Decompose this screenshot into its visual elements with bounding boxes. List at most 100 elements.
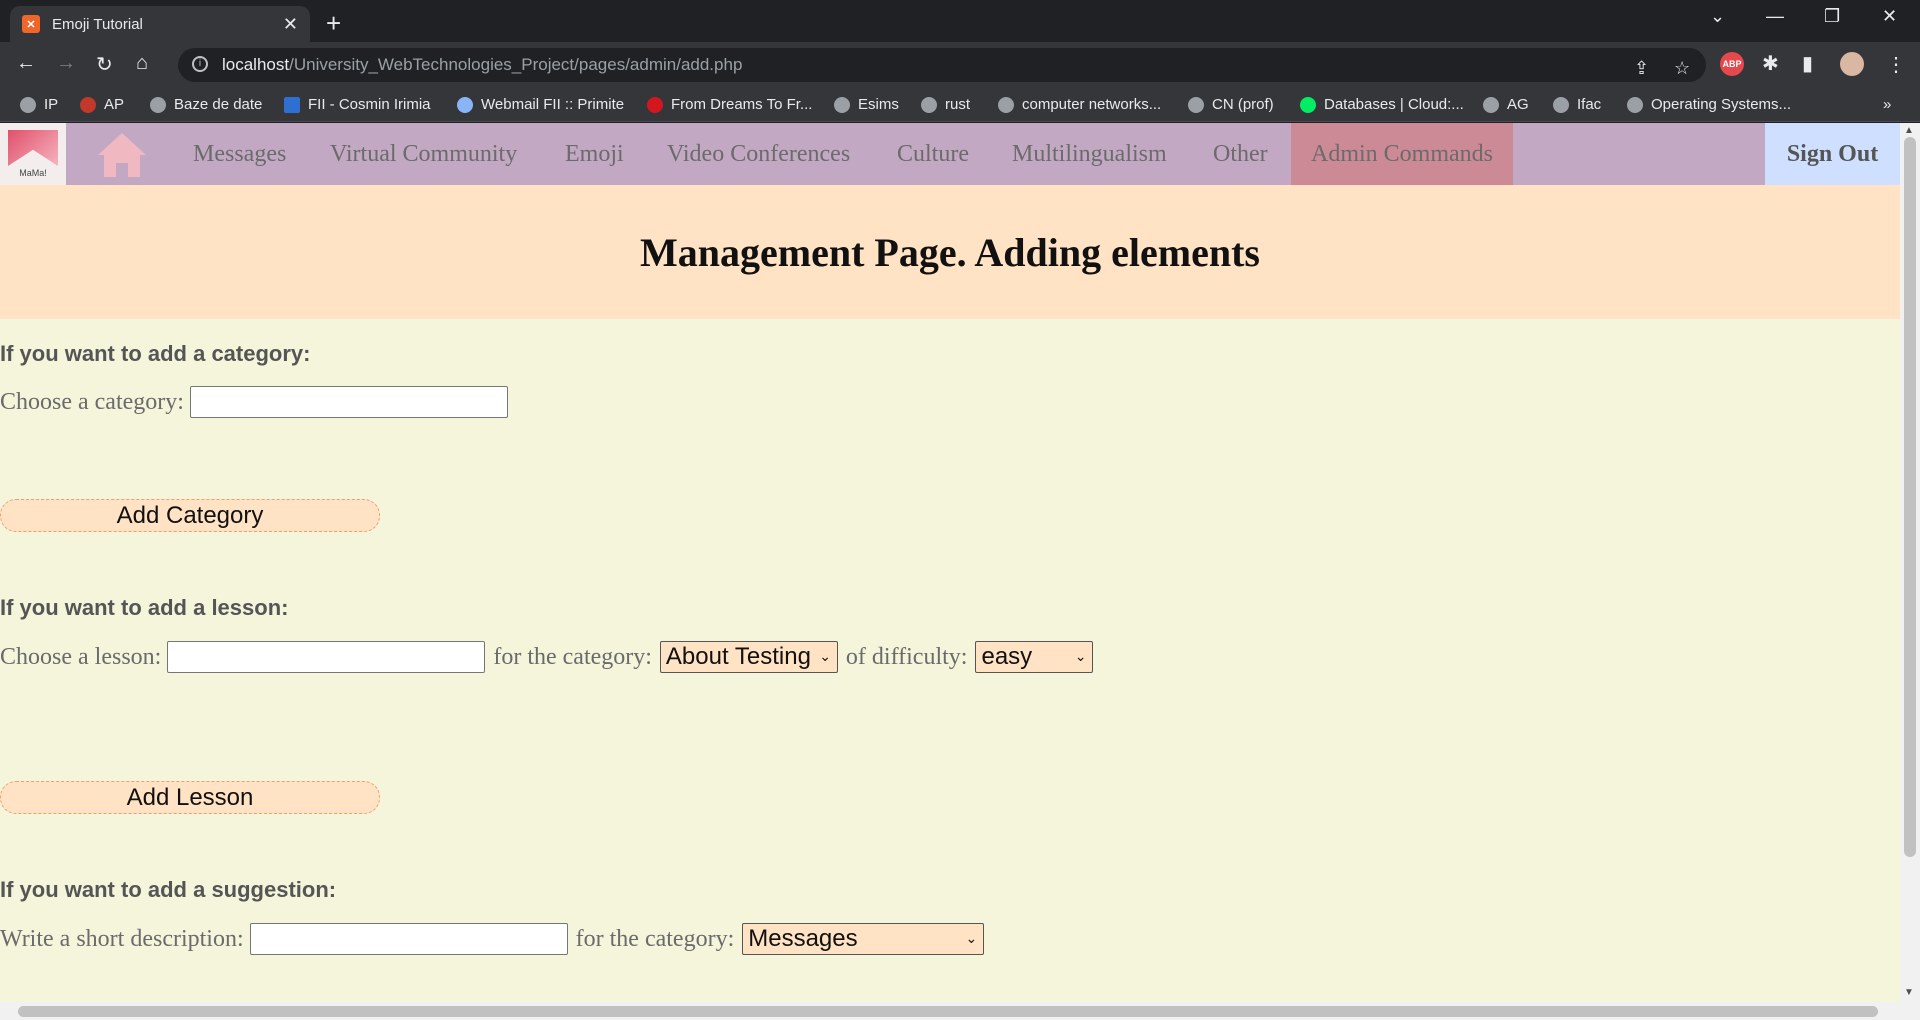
url-path: /University_WebTechnologies_Project/page… bbox=[289, 55, 743, 74]
suggestion-category-value: Messages bbox=[748, 925, 858, 952]
category-row: Choose a category: bbox=[0, 386, 516, 418]
nav-emoji[interactable]: Emoji bbox=[565, 123, 624, 185]
share-icon[interactable]: ⇪ bbox=[1634, 58, 1649, 79]
nav-virtual-community[interactable]: Virtual Community bbox=[330, 123, 517, 185]
bookmark-item[interactable]: Ifac bbox=[1553, 96, 1601, 113]
lesson-category-value: About Testing bbox=[665, 643, 811, 670]
chevron-down-icon: ⌄ bbox=[965, 930, 978, 946]
back-icon[interactable]: ← bbox=[16, 52, 36, 75]
chevron-down-icon: ⌄ bbox=[1074, 648, 1087, 664]
extensions-puzzle-icon[interactable]: ✱ bbox=[1762, 51, 1779, 76]
tab-search-icon[interactable]: ⌄ bbox=[1710, 6, 1725, 27]
reload-icon[interactable]: ↻ bbox=[96, 52, 113, 77]
tab-title: Emoji Tutorial bbox=[52, 15, 143, 33]
lesson-category-select[interactable]: About Testing ⌄ bbox=[659, 641, 838, 673]
vertical-scroll-thumb[interactable] bbox=[1904, 137, 1916, 857]
scroll-down-icon[interactable]: ▼ bbox=[1904, 987, 1914, 998]
globe-icon bbox=[1188, 96, 1204, 113]
add-lesson-button[interactable]: Add Lesson bbox=[0, 781, 380, 814]
restore-icon[interactable]: ❐ bbox=[1824, 6, 1840, 27]
bookmark-star-icon[interactable]: ☆ bbox=[1674, 58, 1690, 79]
globe-icon bbox=[150, 96, 166, 113]
suggestion-category-label: for the category: bbox=[575, 925, 735, 952]
globe-icon bbox=[1627, 96, 1643, 113]
vertical-scrollbar[interactable]: ▲ ▼ bbox=[1900, 123, 1920, 1002]
bookmark-item[interactable]: IP bbox=[20, 96, 58, 113]
bookmark-item[interactable]: Webmail FII :: Primite bbox=[457, 96, 624, 113]
forward-icon[interactable]: → bbox=[56, 52, 76, 75]
globe-icon bbox=[20, 96, 36, 113]
bookmark-item[interactable]: CN (prof) bbox=[1188, 96, 1274, 113]
globe-icon bbox=[921, 96, 937, 113]
side-panel-icon[interactable]: ▮ bbox=[1802, 51, 1813, 76]
bookmark-item[interactable]: AG bbox=[1483, 96, 1529, 113]
close-tab-icon[interactable]: ✕ bbox=[283, 14, 298, 35]
globe-icon bbox=[1483, 96, 1499, 113]
difficulty-label: of difficulty: bbox=[845, 643, 968, 670]
category-section-heading: If you want to add a category: bbox=[0, 341, 311, 366]
nav-culture[interactable]: Culture bbox=[897, 123, 969, 185]
bookmark-item[interactable]: rust bbox=[921, 96, 970, 113]
horizontal-scrollbar[interactable] bbox=[0, 1002, 1920, 1020]
browser-tab-bar: ✕ Emoji Tutorial ✕ + ⌄ — ❐ ✕ bbox=[0, 0, 1920, 42]
menu-kebab-icon[interactable]: ⋮ bbox=[1886, 52, 1906, 77]
nav-other[interactable]: Other bbox=[1213, 123, 1268, 185]
suggestion-category-select[interactable]: Messages ⌄ bbox=[742, 923, 985, 955]
page-title: Management Page. Adding elements bbox=[640, 229, 1260, 275]
bookmark-favicon-icon bbox=[284, 96, 300, 113]
lesson-category-label: for the category: bbox=[493, 643, 652, 670]
bookmark-item[interactable]: Baze de date bbox=[150, 96, 262, 113]
bookmark-item[interactable]: Esims bbox=[834, 96, 899, 113]
lesson-input[interactable] bbox=[167, 641, 486, 673]
minimize-icon[interactable]: — bbox=[1766, 6, 1784, 27]
browser-tab[interactable]: ✕ Emoji Tutorial ✕ bbox=[10, 6, 310, 42]
bookmark-favicon-icon bbox=[80, 96, 96, 113]
difficulty-select[interactable]: easy ⌄ bbox=[975, 641, 1094, 673]
new-tab-icon[interactable]: + bbox=[326, 8, 341, 39]
address-bar[interactable]: i localhost/University_WebTechnologies_P… bbox=[178, 48, 1706, 82]
bookmark-favicon-icon bbox=[647, 96, 663, 113]
page-banner: Management Page. Adding elements bbox=[0, 185, 1900, 319]
url-host: localhost bbox=[222, 55, 290, 74]
bookmark-item[interactable]: From Dreams To Fr... bbox=[647, 96, 812, 113]
difficulty-value: easy bbox=[981, 643, 1033, 670]
suggestion-section-heading: If you want to add a suggestion: bbox=[0, 877, 337, 902]
logo-text: MaMa! bbox=[19, 168, 47, 178]
add-category-button[interactable]: Add Category bbox=[0, 499, 380, 532]
suggestion-row: Write a short description: for the categ… bbox=[0, 923, 992, 955]
profile-avatar[interactable] bbox=[1840, 52, 1864, 76]
site-navbar: MaMa! Messages Virtual Community Emoji V… bbox=[0, 123, 1900, 185]
home-icon[interactable] bbox=[96, 129, 148, 181]
nav-multilingualism[interactable]: Multilingualism bbox=[1012, 123, 1167, 185]
globe-icon bbox=[834, 96, 850, 113]
sign-out-button[interactable]: Sign Out bbox=[1765, 123, 1900, 185]
close-window-icon[interactable]: ✕ bbox=[1882, 6, 1897, 27]
home-icon[interactable]: ⌂ bbox=[136, 52, 148, 75]
suggestion-input[interactable] bbox=[249, 923, 568, 955]
nav-messages[interactable]: Messages bbox=[193, 123, 286, 185]
bookmarks-bar: IP AP Baze de date FII - Cosmin Irimia W… bbox=[0, 88, 1920, 122]
logo-mark-icon bbox=[8, 130, 58, 166]
adblock-extension-icon[interactable]: ABP bbox=[1720, 52, 1744, 76]
horizontal-scroll-thumb[interactable] bbox=[18, 1006, 1878, 1017]
bookmark-favicon-icon bbox=[457, 96, 473, 113]
browser-toolbar: ← → ↻ ⌂ i localhost/University_WebTechno… bbox=[0, 42, 1920, 88]
bookmark-item[interactable]: Operating Systems... bbox=[1627, 96, 1791, 113]
bookmark-item[interactable]: FII - Cosmin Irimia bbox=[284, 96, 431, 113]
site-logo[interactable]: MaMa! bbox=[0, 123, 66, 185]
bookmark-item[interactable]: Databases | Cloud:... bbox=[1300, 96, 1464, 113]
site-info-icon[interactable]: i bbox=[192, 56, 208, 72]
chevron-down-icon: ⌄ bbox=[819, 648, 831, 664]
category-label: Choose a category: bbox=[0, 388, 184, 415]
nav-video-conferences[interactable]: Video Conferences bbox=[667, 123, 850, 185]
bookmark-item[interactable]: AP bbox=[80, 96, 124, 113]
bookmark-favicon-icon bbox=[1300, 96, 1316, 113]
nav-admin-commands[interactable]: Admin Commands bbox=[1291, 123, 1514, 185]
page-viewport: MaMa! Messages Virtual Community Emoji V… bbox=[0, 123, 1900, 1002]
bookmarks-overflow-icon[interactable]: » bbox=[1883, 96, 1891, 113]
bookmark-item[interactable]: computer networks... bbox=[998, 96, 1161, 113]
globe-icon bbox=[998, 96, 1014, 113]
lesson-section-heading: If you want to add a lesson: bbox=[0, 595, 289, 620]
scroll-up-icon[interactable]: ▲ bbox=[1904, 125, 1914, 136]
category-input[interactable] bbox=[189, 386, 508, 418]
